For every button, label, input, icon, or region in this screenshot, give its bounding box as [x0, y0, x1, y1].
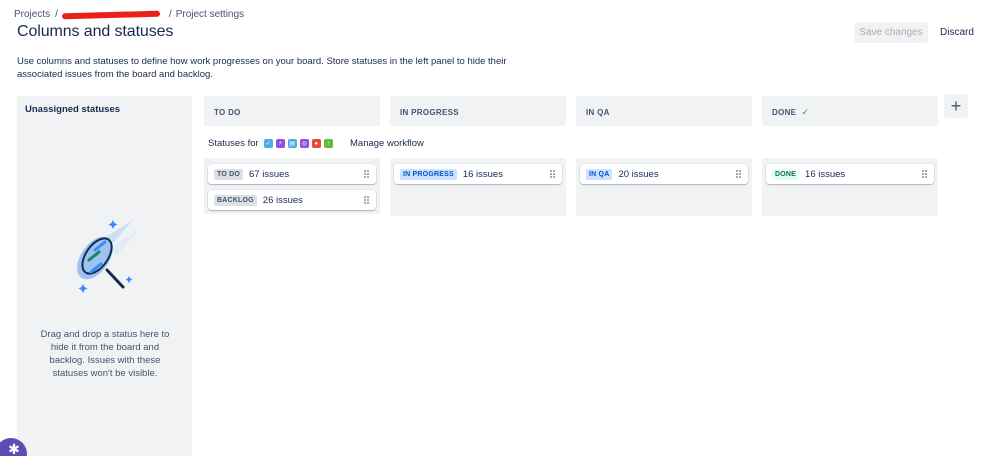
issue-count: 20 issues	[618, 168, 659, 180]
status-card-backlog[interactable]: BACKLOG 26 issues	[208, 190, 376, 210]
breadcrumb-separator: /	[168, 9, 172, 20]
column-header-to-do[interactable]: TO DO	[204, 96, 380, 126]
status-lozenge: BACKLOG	[214, 194, 257, 206]
drag-handle-icon[interactable]	[364, 196, 369, 204]
status-card-done[interactable]: DONE 16 issues	[766, 164, 934, 184]
page-title: Columns and statuses	[17, 23, 174, 40]
issue-count: 16 issues	[462, 168, 503, 180]
column-header-in-qa[interactable]: IN QA	[576, 96, 752, 126]
status-card-to-do[interactable]: TO DO 67 issues	[208, 164, 376, 184]
unassigned-statuses-hint: Drag and drop a status here to hide it f…	[40, 329, 170, 379]
breadcrumb-project-settings-link[interactable]: Project settings	[176, 9, 244, 20]
statuses-for-label: Statuses for	[208, 138, 259, 149]
add-column-button[interactable]: +	[944, 94, 968, 118]
issue-type-icons: ✓ ⚡ ▤ ◎ ● ↑	[263, 139, 333, 148]
column-title: TO DO	[214, 108, 241, 117]
redacted-project-name[interactable]	[61, 10, 160, 19]
column-title: DONE ✓	[772, 107, 810, 117]
discard-button[interactable]: Discard	[934, 22, 980, 43]
subtask-type-icon: ⚡	[275, 139, 285, 148]
column-title: IN PROGRESS	[400, 108, 459, 117]
breadcrumb-projects-link[interactable]: Projects	[14, 9, 50, 20]
drag-handle-icon[interactable]	[550, 170, 555, 178]
issue-count: 26 issues	[262, 194, 303, 206]
status-lozenge: IN QA	[586, 168, 613, 180]
issue-count: 16 issues	[805, 168, 846, 180]
status-lozenge: DONE	[772, 168, 800, 180]
drag-handle-icon[interactable]	[922, 170, 927, 178]
column-title: IN QA	[586, 108, 610, 117]
manage-workflow-link[interactable]: Manage workflow	[350, 138, 424, 149]
issue-count: 67 issues	[249, 168, 290, 180]
breadcrumb-separator: /	[55, 9, 58, 20]
statuses-for-row: Statuses for ✓ ⚡ ▤ ◎ ● ↑	[208, 138, 333, 149]
drag-handle-icon[interactable]	[364, 170, 369, 178]
unassigned-statuses-title: Unassigned statuses	[25, 104, 121, 115]
drag-handle-icon[interactable]	[736, 170, 741, 178]
done-check-icon: ✓	[801, 107, 810, 117]
bug-type-icon: ●	[311, 139, 321, 148]
column-body-done[interactable]: DONE 16 issues	[762, 158, 938, 216]
unassigned-statuses-panel[interactable]: Unassigned statuses Drag and drop a stat…	[17, 96, 192, 456]
status-card-in-progress[interactable]: IN PROGRESS 16 issues	[394, 164, 562, 184]
column-body-in-progress[interactable]: IN PROGRESS 16 issues	[390, 158, 566, 216]
status-lozenge: IN PROGRESS	[400, 168, 457, 180]
column-body-to-do[interactable]: TO DO 67 issues BACKLOG 26 issues	[204, 158, 380, 214]
column-header-done[interactable]: DONE ✓	[762, 96, 938, 126]
column-body-in-qa[interactable]: IN QA 20 issues	[576, 158, 752, 216]
feature-type-icon: ◎	[299, 139, 309, 148]
task-type-icon: ✓	[263, 139, 273, 148]
status-lozenge: TO DO	[214, 168, 244, 180]
story-type-icon: ▤	[287, 139, 297, 148]
page-description: Use columns and statuses to define how w…	[17, 56, 507, 80]
improvement-type-icon: ↑	[323, 139, 333, 148]
breadcrumb: Projects / / Project settings	[14, 9, 244, 20]
save-changes-button[interactable]: Save changes	[854, 22, 928, 43]
status-card-in-qa[interactable]: IN QA 20 issues	[580, 164, 748, 184]
racket-shuttlecock-illustration-icon	[77, 220, 139, 293]
column-header-in-progress[interactable]: IN PROGRESS	[390, 96, 566, 126]
